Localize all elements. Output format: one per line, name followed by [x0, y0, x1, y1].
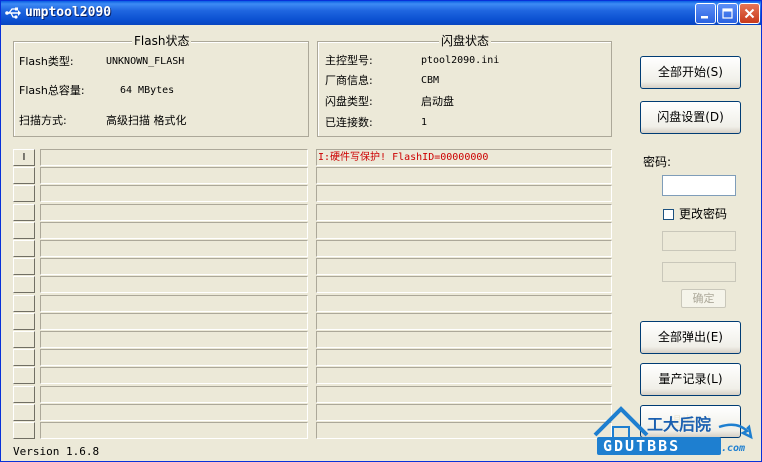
scan-mode-value: 高级扫描 格式化 [106, 114, 187, 127]
port-2-status-cell [316, 167, 612, 184]
port-13-progress-cell [40, 367, 308, 384]
port-15-progress-cell [40, 404, 308, 421]
port-7-progress-cell [40, 258, 308, 275]
port-16-button[interactable] [13, 422, 35, 439]
disk-status-group: 闪盘状态 主控型号: ptool2090.ini 厂商信息: CBM 闪盘类型:… [317, 34, 612, 137]
port-3-status-cell [316, 185, 612, 202]
port-3-progress-cell [40, 185, 308, 202]
port-13-button[interactable] [13, 367, 35, 384]
port-5-status-cell [316, 222, 612, 239]
port-3-button[interactable] [13, 185, 35, 202]
version-label: Version 1.6.8 [13, 445, 100, 458]
port-11-progress-cell [40, 331, 308, 348]
confirm-button[interactable]: 确定 [681, 289, 726, 308]
maximize-icon [722, 8, 733, 19]
port-14-progress-cell [40, 386, 308, 403]
change-password-checkbox[interactable] [663, 209, 674, 220]
watermark-line1: 工大后院 [647, 415, 712, 434]
window-title: umptool2090 [25, 5, 112, 20]
port-4-progress-cell [40, 204, 308, 221]
new-password-input[interactable] [662, 231, 736, 251]
disk-settings-button[interactable]: 闪盘设置(D) [640, 101, 741, 134]
scan-mode-label: 扫描方式: [19, 114, 67, 127]
port-7-status-cell [316, 258, 612, 275]
port-9-status-cell [316, 295, 612, 312]
port-9-button[interactable] [13, 295, 35, 312]
port-1-message: I:硬件写保护! FlashID=00000000 [318, 152, 489, 163]
vendor-value: CBM [421, 75, 440, 86]
port-4-status-cell [316, 204, 612, 221]
port-2-progress-cell [40, 167, 308, 184]
port-5-button[interactable] [13, 222, 35, 239]
port-8-progress-cell [40, 276, 308, 293]
port-16-progress-cell [40, 422, 308, 439]
flash-status-group: Flash状态 Flash类型: UNKNOWN_FLASH Flash总容量:… [13, 34, 309, 137]
port-7-button[interactable] [13, 258, 35, 275]
port-15-status-cell [316, 404, 612, 421]
connected-value: 1 [421, 117, 428, 128]
port-14-status-cell [316, 386, 612, 403]
connected-label: 已连接数: [325, 116, 373, 129]
port-6-button[interactable] [13, 240, 35, 257]
flash-type-label: Flash类型: [19, 55, 74, 68]
port-12-button[interactable] [13, 349, 35, 366]
port-13-status-cell [316, 367, 612, 384]
disk-type-label: 闪盘类型: [325, 95, 373, 108]
flash-capacity-label: Flash总容量: [19, 84, 85, 97]
port-10-button[interactable] [13, 313, 35, 330]
password-label: 密码: [643, 155, 672, 169]
port-8-button[interactable] [13, 276, 35, 293]
start-all-button[interactable]: 全部开始(S) [640, 56, 741, 89]
disk-status-title: 闪盘状态 [439, 34, 492, 48]
minimize-icon [701, 16, 708, 19]
change-password-label: 更改密码 [679, 207, 728, 221]
port-9-progress-cell [40, 295, 308, 312]
port-15-button[interactable] [13, 404, 35, 421]
confirm-password-input[interactable] [662, 262, 736, 282]
usb-icon [5, 7, 21, 19]
vendor-label: 厂商信息: [325, 74, 373, 87]
port-12-status-cell [316, 349, 612, 366]
port-5-progress-cell [40, 222, 308, 239]
main-window: umptool2090 Flash状态 Flash类型: UNKNOWN_FLA… [0, 0, 762, 462]
watermark-band: GDUTBBS [597, 437, 721, 455]
flash-type-value: UNKNOWN_FLASH [106, 56, 185, 67]
port-10-status-cell [316, 313, 612, 330]
swoosh-icon [718, 423, 753, 440]
port-6-status-cell [316, 240, 612, 257]
port-10-progress-cell [40, 313, 308, 330]
flash-capacity-value: 64 MBytes [120, 85, 175, 96]
port-1-progress-cell [40, 149, 308, 166]
port-16-status-cell [316, 422, 612, 439]
port-14-button[interactable] [13, 386, 35, 403]
controller-label: 主控型号: [325, 54, 373, 67]
title-bar[interactable]: umptool2090 [1, 1, 761, 25]
flash-status-title: Flash状态 [132, 34, 192, 48]
watermark-suffix: .com [721, 443, 746, 454]
eject-all-button[interactable]: 全部弹出(E) [640, 321, 741, 354]
gdutbbs-watermark: 工大后院 GDUTBBS .com [591, 405, 761, 459]
controller-value: ptool2090.ini [421, 55, 500, 66]
close-button[interactable] [739, 3, 760, 24]
port-11-button[interactable] [13, 331, 35, 348]
port-8-status-cell [316, 276, 612, 293]
port-6-progress-cell [40, 240, 308, 257]
watermark-line2: GDUTBBS [603, 437, 681, 455]
port-1-button[interactable]: I [13, 149, 35, 166]
port-11-status-cell [316, 331, 612, 348]
port-12-progress-cell [40, 349, 308, 366]
disk-type-value: 启动盘 [421, 95, 454, 108]
production-log-button[interactable]: 量产记录(L) [640, 363, 741, 396]
maximize-button[interactable] [717, 3, 738, 24]
port-4-button[interactable] [13, 204, 35, 221]
minimize-button[interactable] [695, 3, 716, 24]
close-icon [744, 8, 755, 19]
port-2-button[interactable] [13, 167, 35, 184]
password-input[interactable] [662, 175, 736, 196]
